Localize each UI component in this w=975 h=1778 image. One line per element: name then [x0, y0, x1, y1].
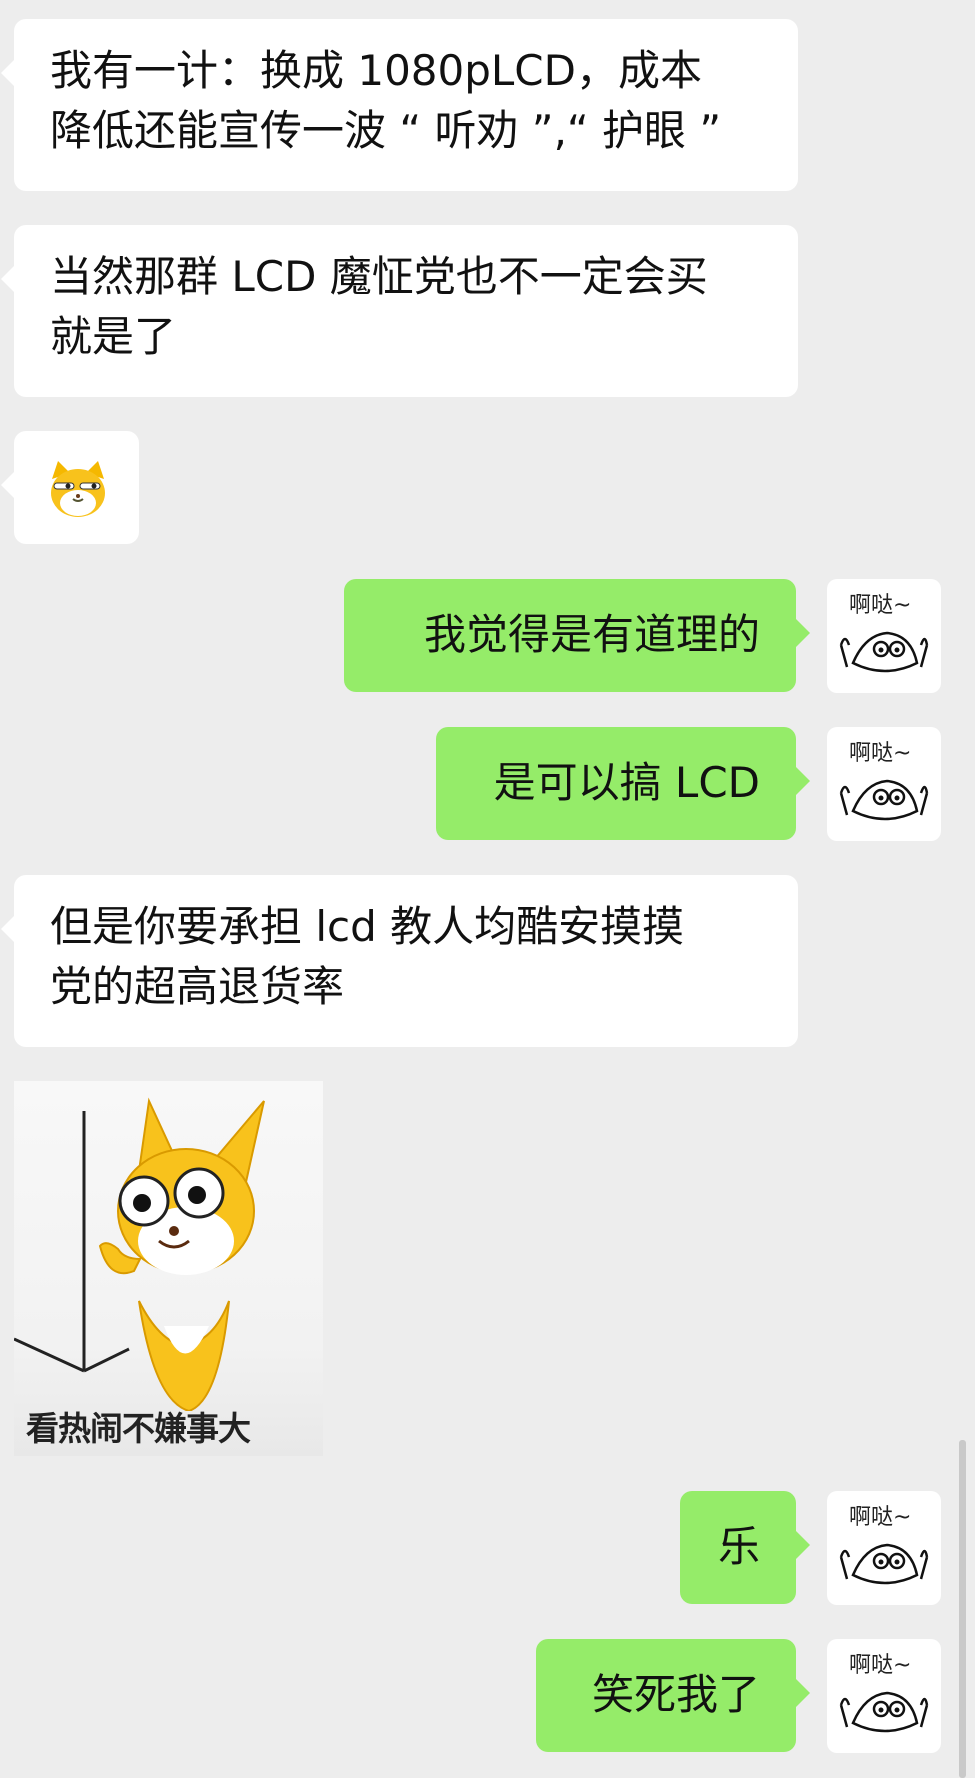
- doodle-avatar-icon: [839, 779, 929, 821]
- avatar[interactable]: 啊哒~: [827, 727, 941, 841]
- cat-face-emoji-icon: [51, 461, 105, 517]
- doodle-avatar-icon: [839, 1543, 929, 1585]
- message-text: 是可以搞 LCD: [493, 758, 760, 807]
- message-text-line: 就是了: [50, 312, 177, 361]
- cat-peeking-icon: [14, 1097, 265, 1411]
- message-text-line: 降低还能宣传一波 “ 听劝 ”,“ 护眼 ”: [50, 106, 722, 155]
- avatar[interactable]: 啊哒~: [827, 579, 941, 693]
- cat-peeking-sticker[interactable]: 看热闹不嫌事大: [14, 1081, 323, 1456]
- message-text: 笑死我了: [591, 1670, 760, 1719]
- message-text-line: 当然那群 LCD 魔怔党也不一定会买: [50, 252, 708, 301]
- doodle-avatar-icon: [839, 1691, 929, 1733]
- message-text-line: 党的超高退货率: [50, 962, 345, 1011]
- sticker-caption: 看热闹不嫌事大: [26, 1409, 251, 1448]
- outgoing-message-4[interactable]: 笑死我了: [536, 1639, 810, 1752]
- outgoing-message-2[interactable]: 是可以搞 LCD: [436, 727, 810, 840]
- outgoing-message-3[interactable]: 乐: [680, 1491, 810, 1604]
- message-text: 我觉得是有道理的: [423, 610, 760, 659]
- cat-face-emoji-message[interactable]: [1, 431, 139, 544]
- avatar[interactable]: 啊哒~: [827, 1639, 941, 1753]
- message-text-line: 我有一计：换成 1080pLCD，成本: [50, 46, 702, 95]
- outgoing-message-1[interactable]: 我觉得是有道理的: [344, 579, 810, 692]
- incoming-message-3[interactable]: 但是你要承担 lcd 教人均酷安摸摸 党的超高退货率: [1, 875, 798, 1047]
- incoming-message-2[interactable]: 当然那群 LCD 魔怔党也不一定会买 就是了: [1, 225, 798, 397]
- message-text-line: 但是你要承担 lcd 教人均酷安摸摸: [50, 902, 685, 951]
- doodle-avatar-icon: [839, 631, 929, 673]
- avatar[interactable]: 啊哒~: [827, 1491, 941, 1605]
- scrollbar[interactable]: [959, 1440, 966, 1778]
- message-text: 乐: [717, 1522, 760, 1571]
- incoming-message-1[interactable]: 我有一计：换成 1080pLCD，成本 降低还能宣传一波 “ 听劝 ”,“ 护眼…: [1, 19, 798, 191]
